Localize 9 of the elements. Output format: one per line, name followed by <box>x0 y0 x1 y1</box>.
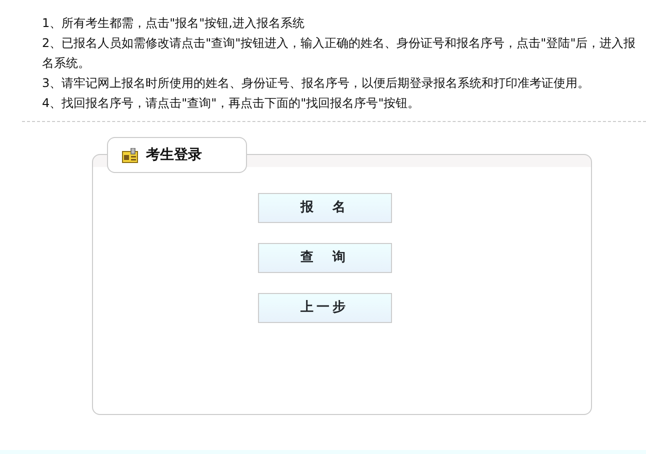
panel-button[interactable]: 查 询 <box>258 243 392 273</box>
panel-button[interactable]: 上一步 <box>258 293 392 323</box>
instruction-text: 4、找回报名序号，请点击"查询"，再点击下面的"找回报名序号"按钮。 <box>42 95 421 112</box>
panel-title: 考生登录 <box>146 146 202 164</box>
id-card-icon <box>122 148 138 162</box>
instruction-text: 2、已报名人员如需修改请点击"查询"按钮进入，输入正确的姓名、身份证号和报名序号，点击"登陆"后，进入报名系统。 <box>42 35 636 72</box>
panel-button[interactable]: 报 名 <box>258 193 392 223</box>
instruction-text: 1、所有考生都需，点击"报名"按钮,进入报名系统 <box>42 15 306 32</box>
instruction-text: 3、请牢记网上报名时所使用的姓名、身份证号、报名序号，以便后期登录报名系统和打印准考证使用。 <box>42 75 591 92</box>
